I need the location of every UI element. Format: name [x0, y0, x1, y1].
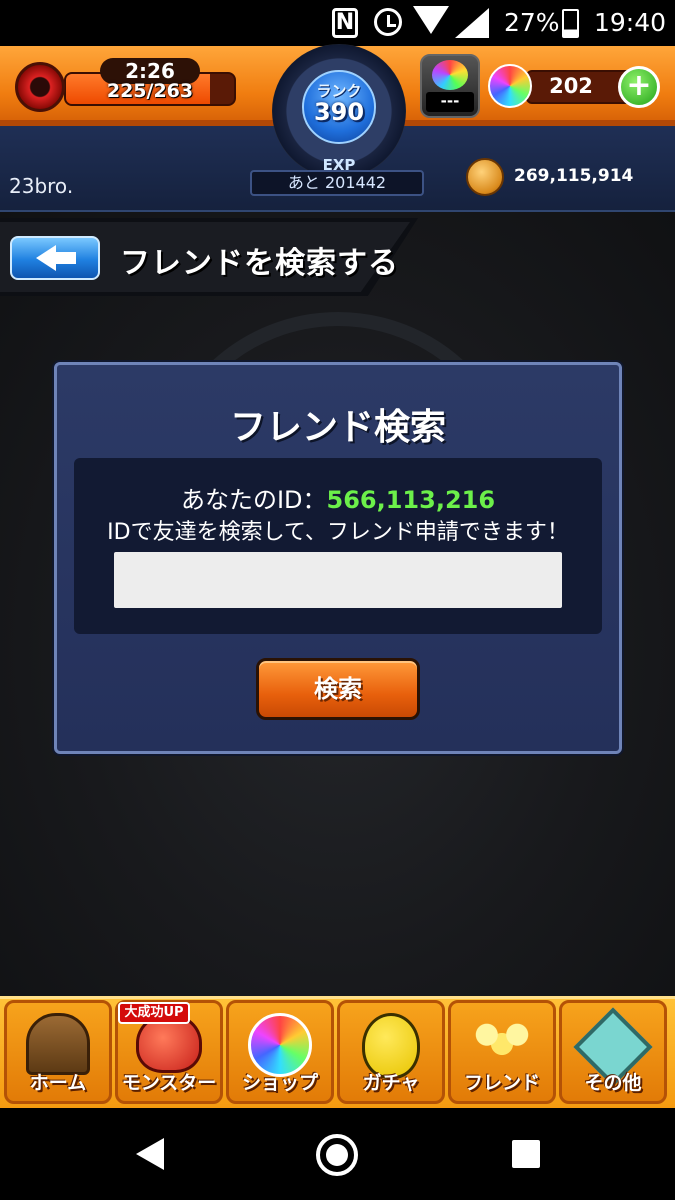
add-orb-button[interactable]: + — [618, 66, 660, 108]
my-id-label: あなたのID： — [180, 486, 327, 514]
gold-count: 269,115,914 — [514, 166, 634, 186]
my-id-value: 566,113,216 — [326, 486, 496, 514]
nav-friend[interactable]: フレンド — [448, 1000, 556, 1104]
rank-value: 390 — [313, 98, 365, 126]
nav-gacha-label: ガチャ — [362, 1072, 420, 1094]
nav-friend-label: フレンド — [463, 1072, 540, 1094]
my-id-line: あなたのID：566,113,216 — [74, 480, 602, 515]
status-time: 19:40 — [594, 8, 667, 37]
battery-percent: 27% — [504, 8, 560, 37]
wifi-icon — [413, 6, 449, 34]
back-arrow-tail — [54, 252, 76, 264]
player-name: 23bro. — [9, 174, 74, 198]
android-recents-icon[interactable] — [512, 1140, 540, 1168]
search-description: IDで友達を検索して、フレンド申請できます！ — [107, 520, 569, 545]
search-button[interactable]: 検索 — [256, 658, 420, 720]
gold-coin-icon — [466, 158, 504, 196]
stamina-icon — [15, 62, 65, 112]
nav-home[interactable]: ホーム — [4, 1000, 112, 1104]
stamina-count: 225/263 — [106, 80, 194, 102]
nav-monster-label: モンスター — [121, 1072, 217, 1094]
monster-badge: 大成功UP — [118, 1002, 190, 1024]
back-arrow-icon — [36, 245, 56, 271]
page-title: フレンドを検索する — [120, 246, 399, 281]
android-home-icon[interactable] — [316, 1134, 358, 1176]
dialog-title: フレンド検索 — [229, 407, 446, 448]
nav-shop-label: ショップ — [241, 1072, 318, 1094]
nav-other[interactable]: その他 — [559, 1000, 667, 1104]
nav-shop[interactable]: ショップ — [226, 1000, 334, 1104]
nfc-icon: N — [332, 8, 358, 38]
status-bar: N 27% 19:40 — [0, 0, 675, 46]
signal-icon — [455, 8, 489, 38]
nav-gacha[interactable]: ガチャ — [337, 1000, 445, 1104]
home-gate-icon — [26, 1013, 90, 1075]
egg-orb-icon — [432, 60, 468, 90]
friends-icon — [464, 1013, 540, 1075]
android-back-icon[interactable] — [136, 1138, 164, 1170]
alarm-icon — [374, 8, 402, 36]
battery-icon — [562, 9, 579, 38]
nav-home-label: ホーム — [29, 1072, 87, 1094]
orb-count: 202 — [549, 74, 593, 98]
friend-id-input[interactable] — [114, 552, 562, 608]
exp-remaining: あと 201442 — [250, 170, 424, 196]
nav-other-label: その他 — [584, 1072, 642, 1094]
egg-count: --- — [426, 92, 474, 112]
